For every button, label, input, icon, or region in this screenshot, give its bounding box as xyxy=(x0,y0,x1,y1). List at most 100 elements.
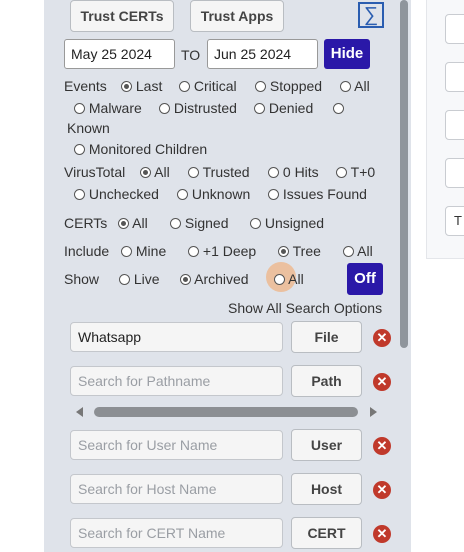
vt-option-all[interactable]: All xyxy=(140,164,170,180)
scroll-right-icon[interactable] xyxy=(370,407,377,417)
include-option-mine[interactable]: Mine xyxy=(121,243,166,259)
radio-unchecked-icon[interactable] xyxy=(250,218,261,229)
path-search-button[interactable]: Path xyxy=(291,365,362,397)
host-search-button[interactable]: Host xyxy=(291,473,362,505)
radio-checked-icon[interactable] xyxy=(180,274,191,285)
radio-unchecked-icon[interactable] xyxy=(340,81,351,92)
file-search-button[interactable]: File xyxy=(291,321,362,353)
show-option-all[interactable]: All xyxy=(274,271,304,287)
events-option-all[interactable]: All xyxy=(340,78,370,94)
radio-unchecked-icon[interactable] xyxy=(343,246,354,257)
option-label: Critical xyxy=(193,78,237,94)
trust-apps-button[interactable]: Trust Apps xyxy=(190,0,284,32)
events-option-known-label: Known xyxy=(67,120,110,136)
panel-scrollbar[interactable] xyxy=(400,0,408,348)
show-option-archived[interactable]: Archived xyxy=(180,271,249,287)
vt-option-t0[interactable]: T+0 xyxy=(336,164,375,180)
events-label: Events xyxy=(64,78,107,94)
radio-unchecked-icon[interactable] xyxy=(74,103,85,114)
radio-checked-icon[interactable] xyxy=(140,167,151,178)
remove-icon[interactable]: ✕ xyxy=(373,329,391,347)
radio-unchecked-icon[interactable] xyxy=(170,218,181,229)
option-label: Tree xyxy=(292,243,321,259)
username-search-input[interactable]: Search for User Name xyxy=(70,430,283,460)
radio-unchecked-icon[interactable] xyxy=(274,274,285,285)
radio-checked-icon[interactable] xyxy=(278,246,289,257)
events-option-monitored-children[interactable]: Monitored Children xyxy=(74,141,207,157)
right-button-1[interactable] xyxy=(445,14,464,44)
certname-search-input[interactable]: Search for CERT Name xyxy=(70,518,283,548)
option-label: Issues Found xyxy=(282,186,367,202)
radio-unchecked-icon[interactable] xyxy=(333,103,344,114)
events-option-stopped[interactable]: Stopped xyxy=(255,78,322,94)
file-search-input[interactable]: Whatsapp xyxy=(70,322,283,352)
option-label: Last xyxy=(135,78,163,94)
show-all-search-options-link[interactable]: Show All Search Options xyxy=(228,300,382,316)
radio-unchecked-icon[interactable] xyxy=(159,103,170,114)
date-from-input[interactable]: May 25 2024 xyxy=(64,39,175,69)
include-label: Include xyxy=(64,243,110,259)
right-button-3[interactable] xyxy=(445,110,464,140)
hostname-search-input[interactable]: Search for Host Name xyxy=(70,474,283,504)
right-button-5-label: T xyxy=(454,213,462,228)
remove-icon[interactable]: ✕ xyxy=(373,525,391,543)
remove-icon[interactable]: ✕ xyxy=(373,373,391,391)
include-option-all[interactable]: All xyxy=(343,243,373,259)
horizontal-scrollbar-thumb[interactable] xyxy=(94,407,358,417)
remove-icon[interactable]: ✕ xyxy=(373,481,391,499)
radio-unchecked-icon[interactable] xyxy=(268,167,279,178)
option-label: Signed xyxy=(184,215,229,231)
certs-label: CERTs xyxy=(64,215,108,231)
vt-option-issues-found[interactable]: Issues Found xyxy=(268,186,367,202)
certs-option-signed[interactable]: Signed xyxy=(170,215,228,231)
radio-checked-icon[interactable] xyxy=(121,81,132,92)
cert-search-button[interactable]: CERT xyxy=(291,517,362,549)
option-label: Archived xyxy=(194,271,249,287)
radio-unchecked-icon[interactable] xyxy=(74,189,85,200)
include-option-tree[interactable]: Tree xyxy=(278,243,321,259)
pathname-search-input[interactable]: Search for Pathname xyxy=(70,366,283,396)
events-option-critical[interactable]: Critical xyxy=(179,78,237,94)
events-option-known[interactable] xyxy=(333,100,344,116)
scroll-left-icon[interactable] xyxy=(76,407,83,417)
remove-icon[interactable]: ✕ xyxy=(373,437,391,455)
radio-unchecked-icon[interactable] xyxy=(336,167,347,178)
date-to-input[interactable]: Jun 25 2024 xyxy=(207,39,318,69)
option-label: Mine xyxy=(135,243,167,259)
option-label: T+0 xyxy=(350,164,376,180)
show-option-live[interactable]: Live xyxy=(119,271,160,287)
sigma-icon[interactable]: ∑ xyxy=(358,2,384,28)
radio-unchecked-icon[interactable] xyxy=(188,167,199,178)
right-button-2[interactable] xyxy=(445,62,464,92)
trust-certs-button[interactable]: Trust CERTs xyxy=(70,0,174,32)
vt-option-unchecked[interactable]: Unchecked xyxy=(74,186,159,202)
radio-unchecked-icon[interactable] xyxy=(177,189,188,200)
radio-unchecked-icon[interactable] xyxy=(121,246,132,257)
events-option-last[interactable]: Last xyxy=(121,78,162,94)
events-option-malware[interactable]: Malware xyxy=(74,100,142,116)
right-button-4[interactable] xyxy=(445,158,464,188)
events-option-denied[interactable]: Denied xyxy=(254,100,313,116)
vt-option-trusted[interactable]: Trusted xyxy=(188,164,250,180)
option-label: Denied xyxy=(268,100,314,116)
radio-unchecked-icon[interactable] xyxy=(254,103,265,114)
radio-checked-icon[interactable] xyxy=(118,218,129,229)
radio-unchecked-icon[interactable] xyxy=(74,144,85,155)
radio-unchecked-icon[interactable] xyxy=(268,189,279,200)
vt-option-0hits[interactable]: 0 Hits xyxy=(268,164,319,180)
include-option-1deep[interactable]: +1 Deep xyxy=(188,243,256,259)
radio-unchecked-icon[interactable] xyxy=(119,274,130,285)
option-label: Malware xyxy=(88,100,142,116)
hide-button[interactable]: Hide xyxy=(324,39,370,69)
certs-option-unsigned[interactable]: Unsigned xyxy=(250,215,324,231)
user-search-button[interactable]: User xyxy=(291,429,362,461)
option-label: Live xyxy=(133,271,160,287)
radio-unchecked-icon[interactable] xyxy=(255,81,266,92)
radio-unchecked-icon[interactable] xyxy=(188,246,199,257)
certs-option-all[interactable]: All xyxy=(118,215,148,231)
radio-unchecked-icon[interactable] xyxy=(179,81,190,92)
events-option-distrusted[interactable]: Distrusted xyxy=(159,100,237,116)
right-button-5[interactable]: T xyxy=(445,206,464,236)
off-toggle-button[interactable]: Off xyxy=(347,263,383,295)
vt-option-unknown[interactable]: Unknown xyxy=(177,186,250,202)
